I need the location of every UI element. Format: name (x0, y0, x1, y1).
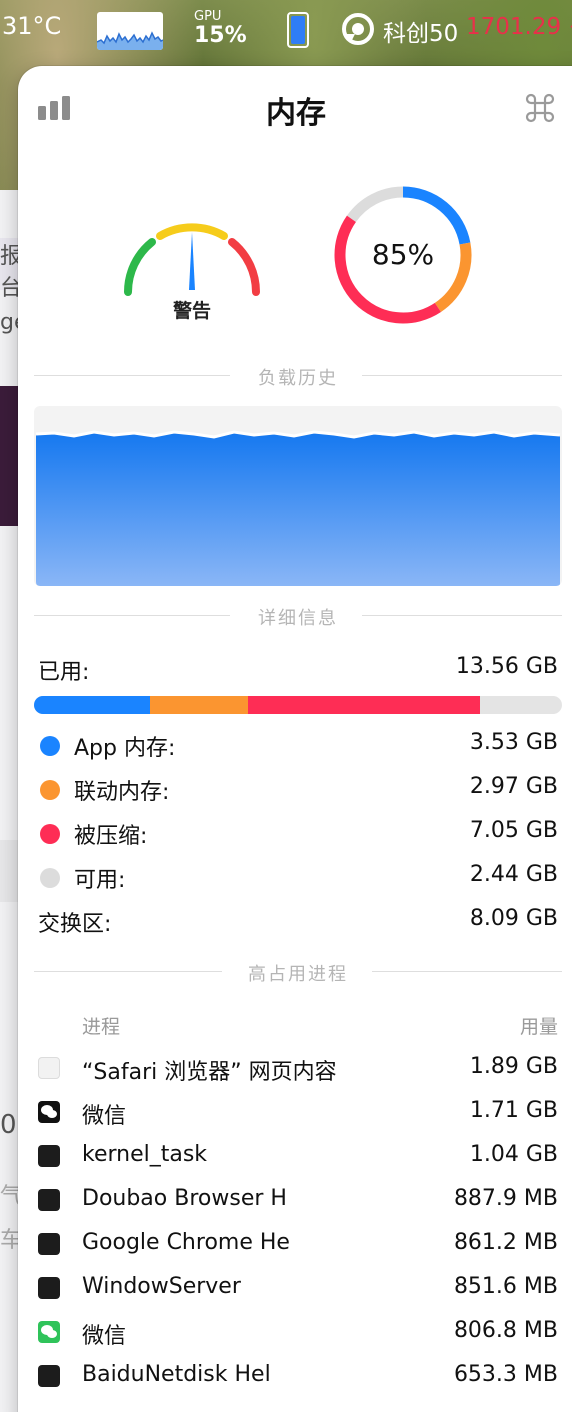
free-memory-label: 可用: (74, 868, 126, 893)
legend-dot (40, 824, 60, 844)
swap-label: 交换区: (38, 912, 112, 937)
wired-memory-value: 2.97 GB (469, 774, 558, 799)
process-row[interactable]: WindowServer 851.6 MB (38, 1274, 558, 1304)
process-name: “Safari 浏览器” 网页内容 (82, 1060, 337, 1085)
legend-dot (40, 780, 60, 800)
app-memory-row: App 内存: 3.53 GB (38, 730, 558, 761)
terminal-icon (38, 1189, 60, 1211)
terminal-icon (38, 1145, 60, 1167)
process-name: Google Chrome He (82, 1230, 290, 1255)
process-name: kernel_task (82, 1142, 208, 1167)
wired-memory-row: 联动内存: 2.97 GB (38, 774, 558, 805)
gauge-label: 警告 (172, 300, 211, 322)
process-name: 微信 (82, 1324, 127, 1349)
process-row[interactable]: 微信 806.8 MB (38, 1318, 558, 1349)
command-icon[interactable] (524, 92, 556, 124)
used-label: 已用: (38, 660, 90, 685)
gpu-value: 15% (194, 23, 247, 48)
donut-segment-free (346, 186, 404, 223)
wired-memory-label: 联动内存: (74, 780, 170, 805)
wechat-icon (38, 1101, 60, 1123)
process-name: 微信 (82, 1104, 127, 1129)
stock-name[interactable]: 科创50 (383, 14, 458, 48)
usage-bar-compressed (248, 696, 480, 714)
process-row[interactable]: Google Chrome He 861.2 MB (38, 1230, 558, 1260)
temperature-item[interactable]: 31°C (2, 12, 61, 40)
free-memory-value: 2.44 GB (469, 862, 558, 887)
swap-row: 交换区: 8.09 GB (38, 906, 558, 937)
process-usage: 887.9 MB (453, 1186, 558, 1211)
compressed-memory-row: 被压缩: 7.05 GB (38, 818, 558, 849)
terminal-icon (38, 1365, 60, 1387)
process-name: WindowServer (82, 1274, 241, 1299)
swap-value: 8.09 GB (469, 906, 558, 931)
load-history-chart (34, 406, 562, 586)
process-row[interactable]: Doubao Browser H 887.9 MB (38, 1186, 558, 1216)
stock-app-icon[interactable] (341, 12, 375, 46)
process-usage: 851.6 MB (453, 1274, 558, 1299)
process-usage: 1.89 GB (469, 1054, 558, 1079)
donut-segment-app (402, 186, 471, 245)
legend-dot (40, 868, 60, 888)
process-column-header: 进程 (82, 1016, 121, 1038)
memory-popover: 内存 警告 85% 负载历史 详细信息 已用: 13.56 GB App 内存:… (18, 66, 572, 1412)
stock-value[interactable]: 1701.29 + (466, 14, 572, 40)
usage-bar-app (34, 696, 150, 714)
process-usage: 861.2 MB (453, 1230, 558, 1255)
used-row: 已用: 13.56 GB (38, 654, 558, 685)
usage-percent: 85% (371, 238, 435, 271)
panel-title: 内存 (266, 96, 326, 131)
section-details: 详细信息 (34, 604, 562, 629)
process-table-header: 进程 用量 (82, 1012, 558, 1039)
gpu-label: GPU (194, 9, 222, 24)
used-value: 13.56 GB (455, 654, 558, 679)
compressed-memory-label: 被压缩: (74, 824, 148, 849)
usage-column-header: 用量 (519, 1016, 558, 1038)
process-name: Doubao Browser H (82, 1186, 287, 1211)
terminal-icon (38, 1233, 60, 1255)
process-name: BaiduNetdisk Hel (82, 1362, 271, 1387)
legend-dot (40, 736, 60, 756)
cpu-graph-icon (97, 31, 163, 50)
section-history: 负载历史 (34, 364, 562, 389)
menu-bar: 31°C GPU 15% 科创50 1701.29 + (0, 0, 572, 62)
app-memory-value: 3.53 GB (469, 730, 558, 755)
process-usage: 806.8 MB (453, 1318, 558, 1343)
process-usage: 653.3 MB (453, 1362, 558, 1387)
memory-icon[interactable] (287, 12, 309, 48)
cpu-graph-item[interactable] (97, 12, 163, 50)
process-row[interactable]: “Safari 浏览器” 网页内容 1.89 GB (38, 1054, 558, 1085)
compressed-memory-value: 7.05 GB (469, 818, 558, 843)
wechat-icon (38, 1321, 60, 1343)
gpu-item[interactable]: GPU 15% (194, 10, 247, 47)
free-memory-row: 可用: 2.44 GB (38, 862, 558, 893)
section-top-processes: 高占用进程 (34, 960, 562, 985)
process-row[interactable]: 微信 1.71 GB (38, 1098, 558, 1129)
terminal-icon (38, 1277, 60, 1299)
process-row[interactable]: BaiduNetdisk Hel 653.3 MB (38, 1362, 558, 1392)
usage-bar-wired (150, 696, 248, 714)
process-row[interactable]: kernel_task 1.04 GB (38, 1142, 558, 1172)
app-memory-label: App 内存: (74, 736, 176, 761)
document-icon (38, 1057, 60, 1079)
process-usage: 1.71 GB (469, 1098, 558, 1123)
memory-usage-bar (34, 696, 562, 714)
process-usage: 1.04 GB (469, 1142, 558, 1167)
